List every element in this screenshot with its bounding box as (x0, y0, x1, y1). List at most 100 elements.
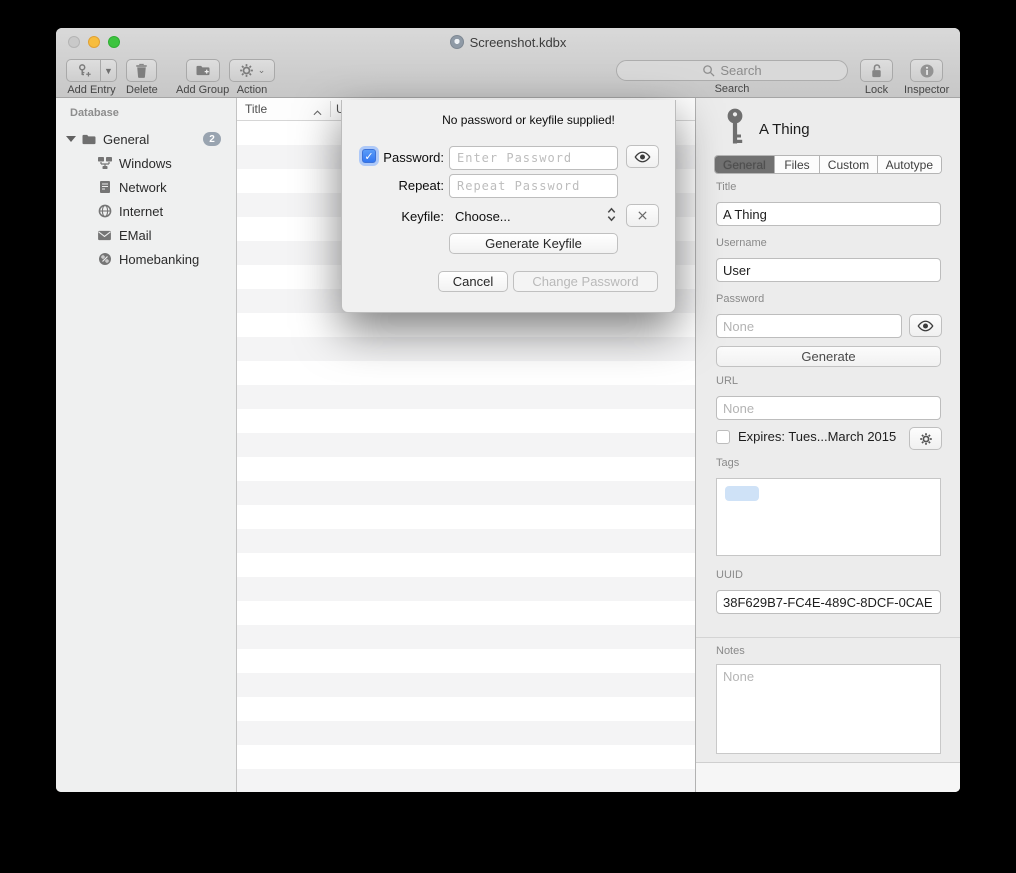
globe-icon (96, 204, 113, 218)
dialog-show-password-button[interactable] (626, 145, 659, 168)
dialog-repeat-label: Repeat: (344, 178, 444, 193)
envelope-icon (96, 230, 113, 241)
lock-button[interactable] (860, 59, 893, 82)
eye-icon (916, 320, 935, 332)
sort-ascending-icon (313, 105, 322, 119)
search-icon (702, 64, 715, 77)
expires-checkbox[interactable] (716, 430, 730, 444)
window-title: Screenshot.kdbx (470, 35, 567, 50)
eye-icon (633, 151, 652, 163)
url-input[interactable] (716, 396, 941, 420)
padlock-open-icon (869, 63, 884, 79)
disclosure-triangle-icon[interactable] (66, 136, 76, 142)
keyfile-popup[interactable]: Choose... (455, 209, 511, 224)
change-password-button[interactable]: Change Password (513, 271, 658, 292)
password-label: Password (716, 293, 764, 305)
tab-general[interactable]: General (715, 156, 775, 173)
search-placeholder: Search (720, 63, 761, 78)
sidebar-item-windows[interactable]: Windows (56, 151, 236, 175)
expires-label: Expires: Tues...March 2015 (738, 429, 896, 444)
cancel-button[interactable]: Cancel (438, 271, 508, 292)
sidebar-item-label: General (103, 132, 149, 147)
sidebar-item-email[interactable]: EMail (56, 223, 236, 247)
title-label: Title (716, 181, 736, 193)
sidebar-item-general[interactable]: General 2 (56, 127, 236, 151)
expires-settings-button[interactable] (909, 427, 942, 450)
notes-textarea[interactable] (716, 664, 941, 754)
folder-plus-icon (195, 64, 211, 77)
dialog-repeat-input[interactable] (449, 174, 618, 198)
trash-icon (135, 63, 148, 78)
generate-password-button[interactable]: Generate (716, 346, 941, 367)
titlebar[interactable]: Screenshot.kdbx (56, 28, 960, 56)
password-input[interactable] (716, 314, 902, 338)
inspector-button[interactable] (910, 59, 943, 82)
delete-label: Delete (126, 84, 158, 96)
add-group-group: Add Group (176, 59, 229, 96)
lock-label: Lock (860, 84, 893, 96)
delete-button[interactable] (126, 59, 157, 82)
lock-group: Lock (860, 59, 893, 96)
dialog-password-input[interactable] (449, 146, 618, 170)
tab-files[interactable]: Files (775, 156, 821, 173)
percent-icon (96, 252, 113, 266)
info-icon (919, 63, 935, 79)
inspector-panel: A Thing General Files Custom Autotype Ti… (695, 98, 960, 792)
add-entry-button[interactable] (66, 59, 100, 82)
username-label: Username (716, 237, 767, 249)
dialog-keyfile-label: Keyfile: (344, 209, 444, 224)
sidebar-item-homebanking[interactable]: Homebanking (56, 247, 236, 271)
key-icon (725, 108, 746, 151)
window-title-area: Screenshot.kdbx (56, 28, 960, 56)
add-entry-label: Add Entry (66, 84, 117, 96)
inspector-toggle-group: Inspector (904, 59, 949, 96)
uuid-label: UUID (716, 569, 743, 581)
gear-icon (239, 63, 254, 78)
dialog-warning-message: No password or keyfile supplied! (382, 113, 675, 127)
action-button[interactable]: ⌄ (229, 59, 275, 82)
document-icon (450, 35, 464, 49)
add-entry-dropdown[interactable]: ▼ (100, 59, 117, 82)
uuid-input[interactable] (716, 590, 941, 614)
clear-keyfile-button[interactable] (626, 204, 659, 227)
folder-icon (80, 133, 97, 146)
inspector-label: Inspector (904, 84, 949, 96)
search-field[interactable]: Search (616, 60, 848, 81)
username-input[interactable] (716, 258, 941, 282)
tags-field[interactable] (716, 478, 941, 556)
stepper-icon[interactable] (607, 207, 616, 227)
server-icon (96, 180, 113, 194)
add-entry-group: ▼ Add Entry (66, 59, 117, 96)
show-password-button[interactable] (909, 314, 942, 337)
action-group: ⌄ Action (229, 59, 275, 96)
sidebar-item-label: Internet (119, 204, 163, 219)
tag-token[interactable] (725, 486, 759, 501)
sidebar-item-network[interactable]: Network (56, 175, 236, 199)
tab-custom[interactable]: Custom (820, 156, 877, 173)
tab-autotype[interactable]: Autotype (878, 156, 941, 173)
change-password-dialog: No password or keyfile supplied! ✓ Passw… (341, 100, 676, 313)
sidebar-item-label: Windows (119, 156, 172, 171)
add-group-button[interactable] (186, 59, 220, 82)
column-header-title[interactable]: Title (245, 102, 267, 116)
inspector-tabs: General Files Custom Autotype (714, 155, 942, 174)
windows-network-icon (96, 156, 113, 170)
tags-label: Tags (716, 457, 739, 469)
sidebar-section-header: Database (70, 107, 119, 119)
chevron-down-icon: ⌄ (258, 65, 266, 76)
entry-title: A Thing (759, 121, 810, 138)
app-window: Screenshot.kdbx ▼ Add Entry (56, 28, 960, 792)
generate-keyfile-button[interactable]: Generate Keyfile (449, 233, 618, 254)
notes-label: Notes (716, 645, 745, 657)
column-divider[interactable] (330, 101, 331, 117)
entry-count-badge: 2 (203, 132, 221, 146)
expires-row: Expires: Tues...March 2015 (716, 429, 896, 444)
dialog-password-label: Password: (344, 150, 444, 165)
sidebar-item-internet[interactable]: Internet (56, 199, 236, 223)
sidebar-item-label: Homebanking (119, 252, 199, 267)
sidebar-item-label: Network (119, 180, 167, 195)
chevron-down-icon: ▼ (104, 66, 113, 76)
title-input[interactable] (716, 202, 941, 226)
search-label: Search (616, 83, 848, 95)
key-plus-icon (76, 63, 92, 78)
